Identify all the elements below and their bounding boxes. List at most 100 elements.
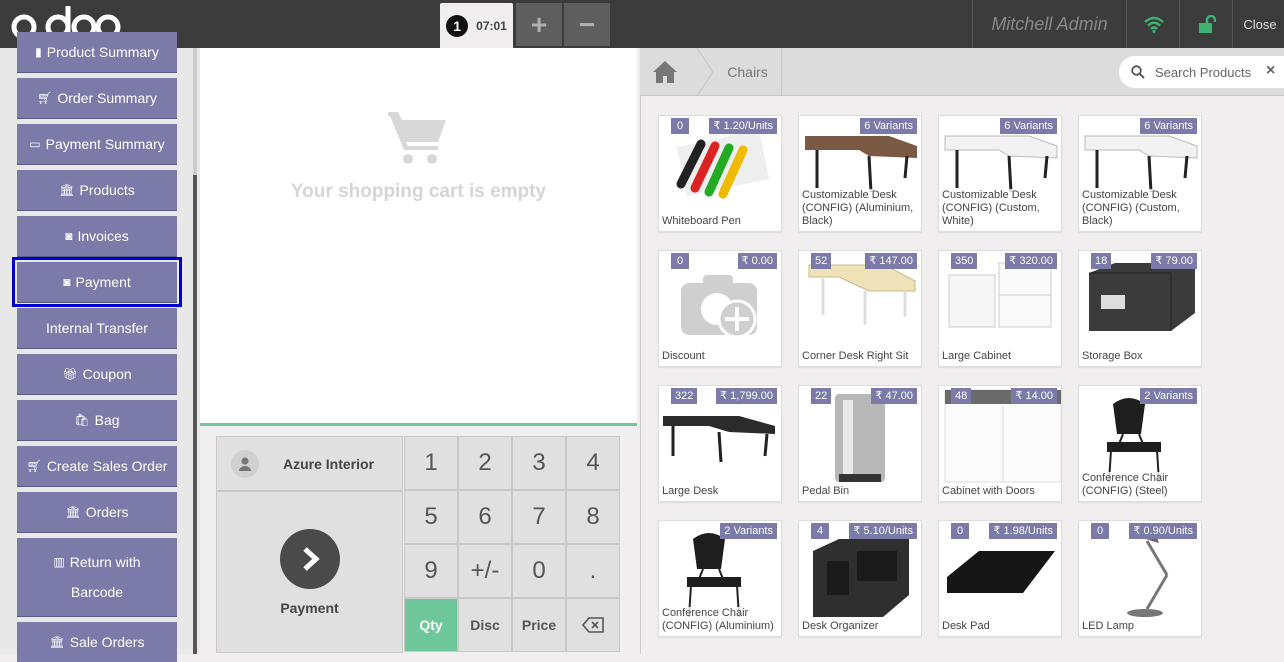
control-button-orders[interactable]: 🏛︎ Orders <box>17 492 177 532</box>
product-price-badge: ₹ 320.00 <box>1005 253 1057 269</box>
product-card[interactable]: 0 ₹ 0.90/Units LED Lamp <box>1078 520 1202 637</box>
product-card[interactable]: 22 ₹ 47.00 Pedal Bin <box>798 385 922 502</box>
scrollbar-thumb[interactable] <box>193 175 197 654</box>
product-card[interactable]: 350 ₹ 320.00 Large Cabinet <box>938 250 1062 367</box>
numpad-key[interactable]: 3 <box>512 436 566 490</box>
product-price-badge: ₹ 14.00 <box>1011 388 1057 404</box>
product-card[interactable]: 0 ₹ 0.00 Discount <box>658 250 782 367</box>
numpad-key[interactable]: 8 <box>566 490 620 544</box>
unlock-icon[interactable] <box>1181 0 1233 48</box>
control-button-internal-transfer[interactable]: Internal Transfer <box>17 308 177 348</box>
numpad-key[interactable]: +/- <box>458 544 512 598</box>
bank-icon: 🏛︎ <box>59 183 75 197</box>
numpad-key[interactable]: . <box>566 544 620 598</box>
product-price-badge: ₹ 0.00 <box>737 253 777 269</box>
payment-label: Payment <box>280 600 339 616</box>
user-icon <box>231 449 259 478</box>
numpad-key[interactable]: 9 <box>404 544 458 598</box>
numpad-key[interactable]: 5 <box>404 490 458 544</box>
numpad-key[interactable]: 4 <box>566 436 620 490</box>
product-name: Desk Pad <box>942 620 1060 633</box>
backspace-icon[interactable] <box>566 598 620 652</box>
numpad-key[interactable]: 6 <box>458 490 512 544</box>
numpad-key[interactable]: 7 <box>512 490 566 544</box>
money-icon: ◙ <box>65 229 73 243</box>
mode-button-qty[interactable]: Qty <box>404 598 458 652</box>
cashier-name[interactable]: Mitchell Admin <box>972 0 1127 48</box>
control-button-sale-orders[interactable]: 🏛︎ Sale Orders <box>17 622 177 662</box>
control-button-invoices[interactable]: ◙ Invoices <box>17 216 177 256</box>
product-card[interactable]: 2 Variants Conference Chair (CONFIG) (Alu… <box>658 520 782 637</box>
chevron-right-icon <box>280 529 340 589</box>
control-button-product-summary[interactable]: ▮ Product Summary <box>17 32 177 72</box>
control-button-label: Orders <box>85 504 129 520</box>
payment-button[interactable]: Payment <box>216 491 403 653</box>
product-card[interactable]: 322 ₹ 1,799.00 Large Desk <box>658 385 782 502</box>
bank-icon: 🏛︎ <box>49 635 65 649</box>
control-button-create-sales-order[interactable]: 🛒︎ Create Sales Order <box>17 446 177 486</box>
clear-search-icon[interactable]: × <box>1266 62 1275 80</box>
control-button-products[interactable]: 🏛︎ Products <box>17 170 177 210</box>
customer-name: Azure Interior <box>283 455 375 472</box>
breadcrumb-separator <box>697 48 714 96</box>
wifi-icon[interactable] <box>1128 0 1180 48</box>
product-qty-badge: 48 <box>951 388 972 404</box>
product-price-badge: 6 Variants <box>860 118 917 134</box>
order-tab[interactable]: 1 07:01 <box>440 3 513 48</box>
product-name: Desk Organizer <box>802 620 920 633</box>
bag-icon: 🛍︎ <box>74 413 90 427</box>
numpad-key[interactable]: 1 <box>404 436 458 490</box>
control-button-coupon[interactable]: 🎁︎ Coupon <box>17 354 177 394</box>
product-card[interactable]: 6 Variants Customizable Desk (CONFIG) (Cu… <box>938 115 1062 232</box>
product-card[interactable]: 52 ₹ 147.00 Corner Desk Right Sit <box>798 250 922 367</box>
control-button-label: Payment <box>75 274 131 290</box>
product-card[interactable]: 4 ₹ 5.10/Units Desk Organizer <box>798 520 922 637</box>
product-price-badge: 6 Variants <box>1000 118 1057 134</box>
product-name: Conference Chair (CONFIG) (Steel) <box>1082 472 1200 498</box>
product-card[interactable]: 18 ₹ 79.00 Storage Box <box>1078 250 1202 367</box>
control-button-payment-summary[interactable]: ▭ Payment Summary <box>17 124 177 164</box>
control-button-label: Product Summary <box>46 44 159 60</box>
product-name: Pedal Bin <box>802 485 920 498</box>
home-icon[interactable] <box>652 60 678 84</box>
cart-icon: 🛒︎ <box>37 91 53 105</box>
breadcrumb-category[interactable]: Chairs <box>714 48 782 96</box>
search-box: × <box>1118 55 1284 89</box>
product-name: Cabinet with Doors <box>942 485 1060 498</box>
close-button[interactable]: Close <box>1236 0 1284 48</box>
product-card[interactable]: 48 ₹ 14.00 Cabinet with Doors <box>938 385 1062 502</box>
cart-icon <box>388 112 446 164</box>
search-input[interactable] <box>1155 63 1265 81</box>
order-panel <box>200 48 637 426</box>
product-qty-badge: 18 <box>1091 253 1112 269</box>
control-button-payment[interactable]: ◙ Payment <box>12 257 182 307</box>
numpad-key[interactable]: 2 <box>458 436 512 490</box>
product-name: Conference Chair (CONFIG) (Aluminium) <box>662 607 780 633</box>
product-name: LED Lamp <box>1082 620 1200 633</box>
product-price-badge: 2 Variants <box>720 523 777 539</box>
product-qty-badge: 52 <box>811 253 832 269</box>
product-qty-badge: 22 <box>811 388 832 404</box>
control-button-label: Internal Transfer <box>46 320 148 336</box>
remove-order-button[interactable]: − <box>564 3 610 46</box>
empty-cart-message: Your shopping cart is empty <box>290 181 547 202</box>
product-card[interactable]: 0 ₹ 1.20/Units Whiteboard Pen <box>658 115 782 232</box>
product-card[interactable]: 6 Variants Customizable Desk (CONFIG) (Al… <box>798 115 922 232</box>
control-button-label: Invoices <box>77 228 129 244</box>
product-card[interactable]: 2 Variants Conference Chair (CONFIG) (Ste… <box>1078 385 1202 502</box>
product-card[interactable]: 0 ₹ 1.98/Units Desk Pad <box>938 520 1062 637</box>
product-name: Corner Desk Right Sit <box>802 350 920 363</box>
customer-button[interactable]: Azure Interior <box>216 436 403 491</box>
mode-button-price[interactable]: Price <box>512 598 566 652</box>
product-card[interactable]: 6 Variants Customizable Desk (CONFIG) (Cu… <box>1078 115 1202 232</box>
product-price-badge: ₹ 1.98/Units <box>989 523 1057 539</box>
add-order-button[interactable]: + <box>516 3 562 46</box>
control-button-bag[interactable]: 🛍︎ Bag <box>17 400 177 440</box>
numpad-key[interactable]: 0 <box>512 544 566 598</box>
product-qty-badge: 350 <box>951 253 978 269</box>
control-button-label: Bag <box>94 412 120 428</box>
control-button-return-with[interactable]: ▥ Return with Barcode <box>17 538 177 616</box>
control-button-order-summary[interactable]: 🛒︎ Order Summary <box>17 78 177 118</box>
mode-button-disc[interactable]: Disc <box>458 598 512 652</box>
bank-icon: 🏛︎ <box>65 505 81 519</box>
